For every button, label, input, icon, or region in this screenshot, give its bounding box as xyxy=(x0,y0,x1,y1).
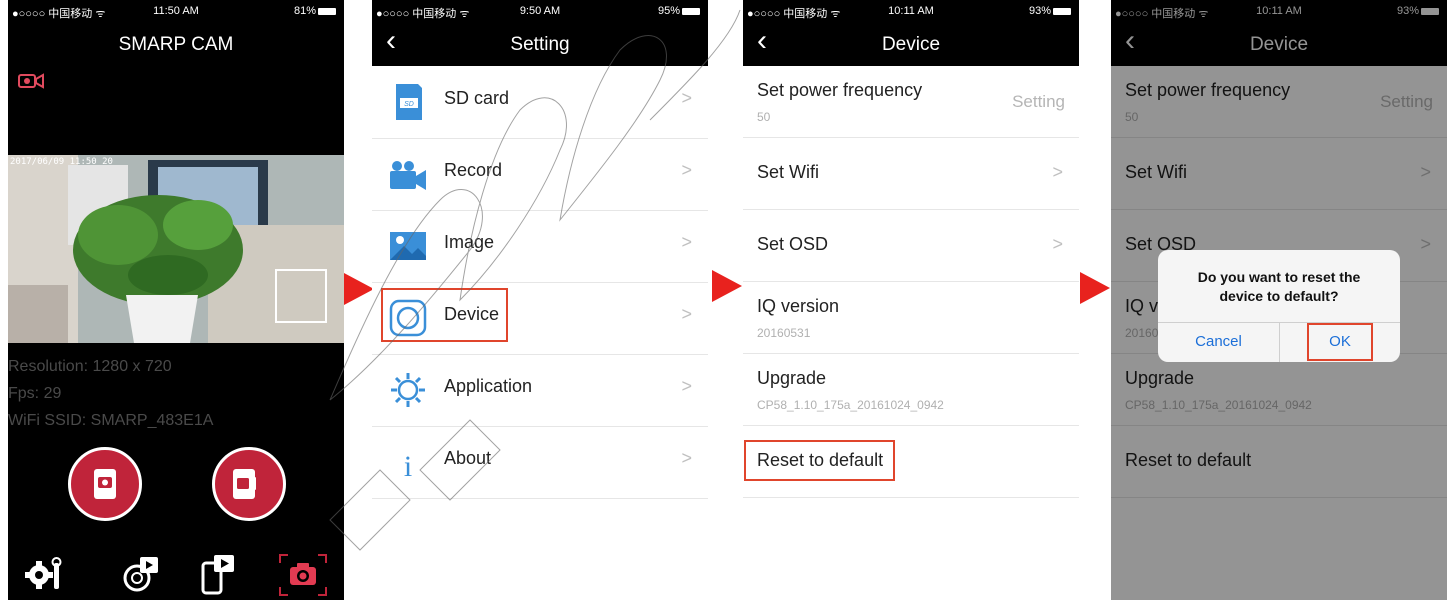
dialog-message-line2: device to default? xyxy=(1219,288,1339,304)
status-bar: ●○○○○ 中国移动 ᯤ 11:50 AM 81% xyxy=(8,0,344,22)
setting-item-label: About xyxy=(444,448,492,468)
device-item-upgrade[interactable]: Upgrade CP58_1.10_175a_20161024_0942 xyxy=(743,354,1079,426)
camera-record-icon[interactable] xyxy=(18,72,44,90)
snapshot-button[interactable] xyxy=(68,447,142,521)
page-title: Device xyxy=(881,34,941,55)
device-item-label: Set Wifi xyxy=(757,162,820,182)
cancel-button[interactable]: Cancel xyxy=(1158,322,1279,362)
device-item-value: 50 xyxy=(757,110,771,124)
snapshot-button-icon xyxy=(94,469,116,499)
playback-icon[interactable] xyxy=(120,553,162,595)
nav-bar: ●○○○○ 中国移动 ᯤ 9:50 AM 95% ‹ Setting xyxy=(372,0,708,66)
flow-arrow-icon xyxy=(1080,272,1110,304)
chevron-right-icon: > xyxy=(681,160,692,180)
svg-text:i: i xyxy=(404,450,412,482)
battery-indicator: 95% xyxy=(658,5,700,17)
chevron-right-icon: > xyxy=(1052,162,1063,182)
device-item-set-osd[interactable]: Set OSD > xyxy=(743,210,1079,282)
chevron-right-icon: > xyxy=(681,304,692,324)
device-item-value: 20160531 xyxy=(757,326,811,340)
device-item-label: Upgrade xyxy=(757,368,827,388)
status-bar: ●○○○○ 中国移动 ᯤ 10:11 AM 93% xyxy=(743,0,1079,22)
device-item-label: Set OSD xyxy=(757,234,829,254)
phone-gallery-icon[interactable] xyxy=(198,553,238,595)
settings-tools-icon[interactable] xyxy=(24,553,64,593)
status-bar: ●○○○○ 中国移动 ᯤ 9:50 AM 95% xyxy=(372,0,708,22)
fps-text: Fps: 29 xyxy=(8,385,62,402)
battery-indicator: 81% xyxy=(294,5,336,17)
flow-arrow-icon xyxy=(712,270,742,302)
record-icon xyxy=(390,161,426,190)
camera-tab[interactable] xyxy=(278,553,328,597)
battery-percent: 81% xyxy=(293,5,316,17)
reset-dialog-screen: ●○○○○ 中国移动 ᯤ 10:11 AM 93% ‹ Device Set p… xyxy=(1111,0,1447,600)
setting-item-image[interactable]: Image > xyxy=(372,210,708,283)
nav-bar: ●○○○○ 中国移动 ᯤ 10:11 AM 93% ‹ Device xyxy=(743,0,1079,66)
chevron-right-icon: > xyxy=(681,88,692,108)
highlight-box xyxy=(1307,323,1373,361)
chevron-right-icon: > xyxy=(1052,234,1063,254)
chevron-right-icon: > xyxy=(681,376,692,396)
live-video-preview[interactable]: 2017/06/09 11:50 20 xyxy=(8,155,344,343)
device-item-set-wifi[interactable]: Set Wifi > xyxy=(743,138,1079,210)
video-record-button-icon xyxy=(233,469,256,499)
setting-action[interactable]: Setting xyxy=(1012,92,1065,112)
video-frame xyxy=(8,155,344,343)
video-timestamp: 2017/06/09 11:50 20 xyxy=(10,157,113,167)
video-record-button[interactable] xyxy=(212,447,286,521)
setting-item-label: Application xyxy=(444,376,533,396)
resolution-text: Resolution: 1280 x 720 xyxy=(8,358,172,375)
device-item-label: IQ version xyxy=(757,296,840,316)
about-info-icon: i xyxy=(404,450,412,482)
page-title: Setting xyxy=(510,34,570,55)
device-screen: ●○○○○ 中国移动 ᯤ 10:11 AM 93% ‹ Device Set p… xyxy=(743,0,1079,600)
camera-tab-icon xyxy=(279,554,327,596)
battery-indicator: 93% xyxy=(1029,5,1071,17)
sd-card-icon: SD xyxy=(396,84,422,120)
chevron-right-icon: > xyxy=(681,448,692,468)
app-title: SMARP CAM xyxy=(118,34,234,55)
setting-item-record[interactable]: Record > xyxy=(372,138,708,211)
setting-item-sd-card[interactable]: SD SD card > xyxy=(372,66,708,139)
device-item-label: Set power frequency xyxy=(757,80,923,100)
setting-item-about[interactable]: i About > xyxy=(372,426,708,499)
device-item-iq-version: IQ version 20160531 xyxy=(743,282,1079,354)
svg-text:SD: SD xyxy=(404,101,414,108)
dialog-message-line1: Do you want to reset the xyxy=(1197,269,1361,285)
device-item-value: CP58_1.10_175a_20161024_0942 xyxy=(757,398,944,412)
dialog-message: Do you want to reset the device to defau… xyxy=(1178,268,1380,306)
setting-item-label: Image xyxy=(444,232,495,252)
ssid-text: WiFi SSID: SMARP_483E1A xyxy=(8,412,214,429)
setting-item-application[interactable]: Application > xyxy=(372,354,708,427)
highlight-box xyxy=(744,440,895,481)
battery-percent: 93% xyxy=(1028,5,1051,17)
chevron-right-icon: > xyxy=(681,232,692,252)
highlight-box xyxy=(381,288,508,342)
flow-arrow-icon xyxy=(344,273,374,305)
setting-item-label: Record xyxy=(444,160,503,180)
home-screen: ●○○○○ 中国移动 ᯤ 11:50 AM 81% SMARP CAM 2017… xyxy=(8,0,344,600)
application-gear-icon xyxy=(391,373,425,407)
setting-screen: ●○○○○ 中国移动 ᯤ 9:50 AM 95% ‹ Setting SD SD… xyxy=(372,0,708,600)
image-icon xyxy=(390,232,426,260)
battery-percent: 95% xyxy=(657,5,680,17)
setting-item-label: SD card xyxy=(444,88,510,108)
device-item-power-frequency[interactable]: Set power frequency 50 Setting xyxy=(743,66,1079,138)
